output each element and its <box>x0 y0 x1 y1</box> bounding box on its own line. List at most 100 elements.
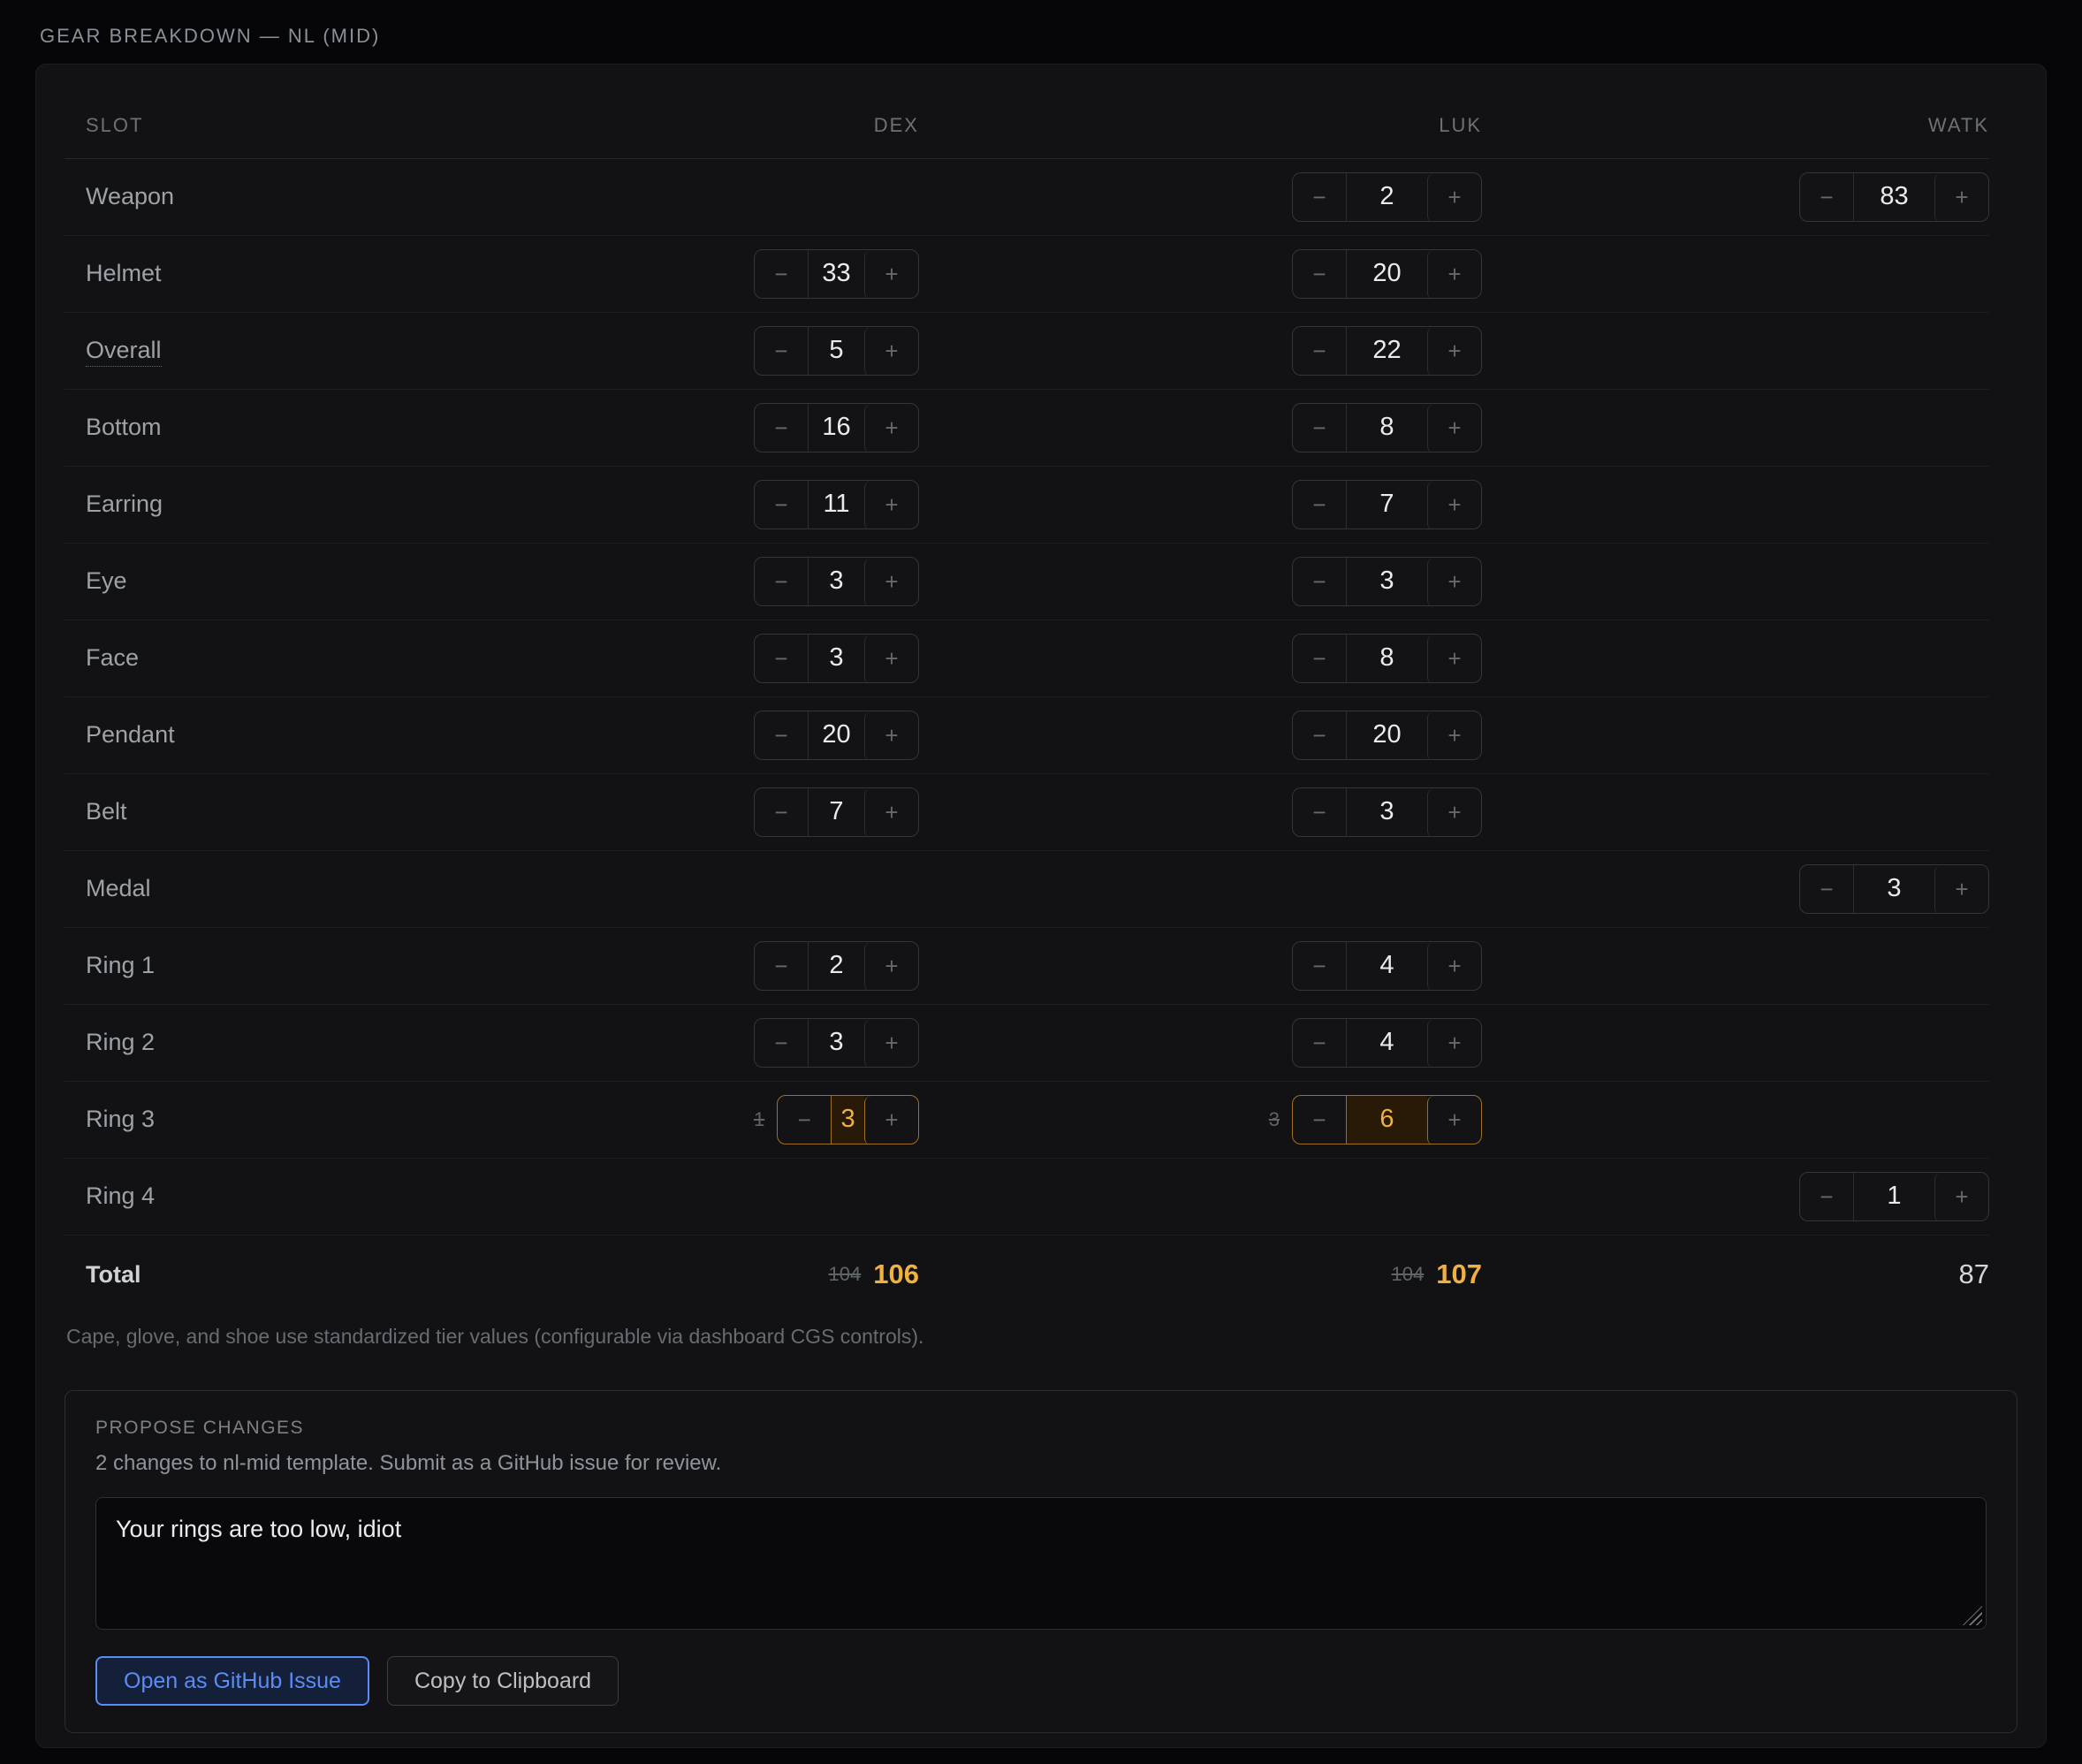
slot-label: Pendant <box>86 721 175 748</box>
stepper-value: 3 <box>1853 865 1934 913</box>
decrement-button[interactable]: − <box>1293 1019 1346 1068</box>
total-row: Total 104 106 104 107 <box>65 1235 1989 1314</box>
previous-value: 3 <box>1269 1108 1280 1131</box>
decrement-button[interactable]: − <box>1293 942 1346 991</box>
stepper-value: 83 <box>1853 173 1934 221</box>
increment-button[interactable]: + <box>1427 711 1481 760</box>
propose-title: PROPOSE CHANGES <box>95 1418 1987 1439</box>
increment-button[interactable]: + <box>864 942 918 991</box>
column-header-watk: WATK <box>1482 82 1989 158</box>
increment-button[interactable]: + <box>1427 942 1481 991</box>
stepper: −83+ <box>1799 172 1989 222</box>
table-row: Bottom−16+−8+ <box>65 389 1989 466</box>
slot-label: Belt <box>86 798 127 825</box>
stepper-value: 20 <box>808 711 864 759</box>
slot-label: Ring 4 <box>86 1182 155 1209</box>
increment-button[interactable]: + <box>1427 327 1481 376</box>
total-dex-previous: 104 <box>829 1263 862 1286</box>
stepper-value: 20 <box>1346 250 1427 298</box>
stepper: −2+ <box>1292 172 1482 222</box>
stepper: −8+ <box>1292 634 1482 683</box>
stepper-value: 2 <box>1346 173 1427 221</box>
decrement-button[interactable]: − <box>1293 1096 1346 1144</box>
table-row: Belt−7+−3+ <box>65 773 1989 850</box>
increment-button[interactable]: + <box>864 250 918 299</box>
increment-button[interactable]: + <box>864 788 918 837</box>
decrement-button[interactable]: − <box>1800 865 1853 914</box>
decrement-button[interactable]: − <box>1800 173 1853 222</box>
decrement-button[interactable]: − <box>1293 250 1346 299</box>
decrement-button[interactable]: − <box>1293 635 1346 683</box>
table-row: Face−3+−8+ <box>65 620 1989 696</box>
stepper-value: 3 <box>831 1096 864 1144</box>
increment-button[interactable]: + <box>864 481 918 529</box>
stepper: −7+ <box>754 787 919 837</box>
comment-textarea[interactable]: Your rings are too low, idiot <box>95 1497 1987 1630</box>
stepper: −3+ <box>1292 557 1482 606</box>
decrement-button[interactable]: − <box>778 1096 831 1144</box>
decrement-button[interactable]: − <box>755 481 808 529</box>
decrement-button[interactable]: − <box>755 250 808 299</box>
slot-label: Overall <box>86 337 162 367</box>
table-row: Ring 4 −1+ <box>65 1158 1989 1235</box>
decrement-button[interactable]: − <box>755 942 808 991</box>
decrement-button[interactable]: − <box>1293 173 1346 222</box>
decrement-button[interactable]: − <box>1800 1173 1853 1221</box>
column-header-luk: LUK <box>919 82 1482 158</box>
decrement-button[interactable]: − <box>755 404 808 452</box>
increment-button[interactable]: + <box>1427 1019 1481 1068</box>
decrement-button[interactable]: − <box>1293 711 1346 760</box>
decrement-button[interactable]: − <box>755 635 808 683</box>
stepper: −4+ <box>1292 1018 1482 1068</box>
increment-button[interactable]: + <box>864 1019 918 1068</box>
increment-button[interactable]: + <box>864 635 918 683</box>
stepper-value: 20 <box>1346 711 1427 759</box>
slot-label: Face <box>86 644 139 671</box>
stepper: −3+ <box>1799 864 1989 914</box>
decrement-button[interactable]: − <box>755 558 808 606</box>
stepper: −20+ <box>1292 249 1482 299</box>
stepper-value: 5 <box>808 327 864 375</box>
increment-button[interactable]: + <box>1934 1173 1988 1221</box>
increment-button[interactable]: + <box>1427 1096 1481 1144</box>
stepper: −1+ <box>1799 1172 1989 1221</box>
stepper-value: 7 <box>1346 481 1427 528</box>
decrement-button[interactable]: − <box>1293 558 1346 606</box>
increment-button[interactable]: + <box>1427 635 1481 683</box>
page-title: GEAR BREAKDOWN — NL (MID) <box>40 25 380 48</box>
stepper-value: 16 <box>808 404 864 452</box>
open-github-issue-button[interactable]: Open as GitHub Issue <box>95 1656 369 1706</box>
increment-button[interactable]: + <box>1427 250 1481 299</box>
decrement-button[interactable]: − <box>755 788 808 837</box>
stepper-value: 22 <box>1346 327 1427 375</box>
increment-button[interactable]: + <box>864 1096 918 1144</box>
copy-to-clipboard-button[interactable]: Copy to Clipboard <box>387 1656 619 1706</box>
increment-button[interactable]: + <box>1427 558 1481 606</box>
increment-button[interactable]: + <box>1427 481 1481 529</box>
increment-button[interactable]: + <box>1934 173 1988 222</box>
decrement-button[interactable]: − <box>1293 481 1346 529</box>
decrement-button[interactable]: − <box>755 327 808 376</box>
increment-button[interactable]: + <box>864 711 918 760</box>
stepper-value: 3 <box>808 558 864 605</box>
stepper-value: 3 <box>808 1019 864 1067</box>
decrement-button[interactable]: − <box>1293 327 1346 376</box>
increment-button[interactable]: + <box>864 558 918 606</box>
increment-button[interactable]: + <box>1427 788 1481 837</box>
increment-button[interactable]: + <box>864 327 918 376</box>
decrement-button[interactable]: − <box>755 1019 808 1068</box>
increment-button[interactable]: + <box>864 404 918 452</box>
stepper: −6+ <box>1292 1095 1482 1144</box>
increment-button[interactable]: + <box>1934 865 1988 914</box>
increment-button[interactable]: + <box>1427 173 1481 222</box>
table-row: Ring 2−3+−4+ <box>65 1004 1989 1081</box>
stepper-value: 3 <box>1346 788 1427 836</box>
decrement-button[interactable]: − <box>1293 788 1346 837</box>
increment-button[interactable]: + <box>1427 404 1481 452</box>
column-header-dex: DEX <box>754 82 919 158</box>
decrement-button[interactable]: − <box>755 711 808 760</box>
total-luk-value: 107 <box>1436 1258 1482 1290</box>
decrement-button[interactable]: − <box>1293 404 1346 452</box>
table-row: Helmet−33+−20+ <box>65 235 1989 312</box>
slot-label: Weapon <box>86 183 174 209</box>
